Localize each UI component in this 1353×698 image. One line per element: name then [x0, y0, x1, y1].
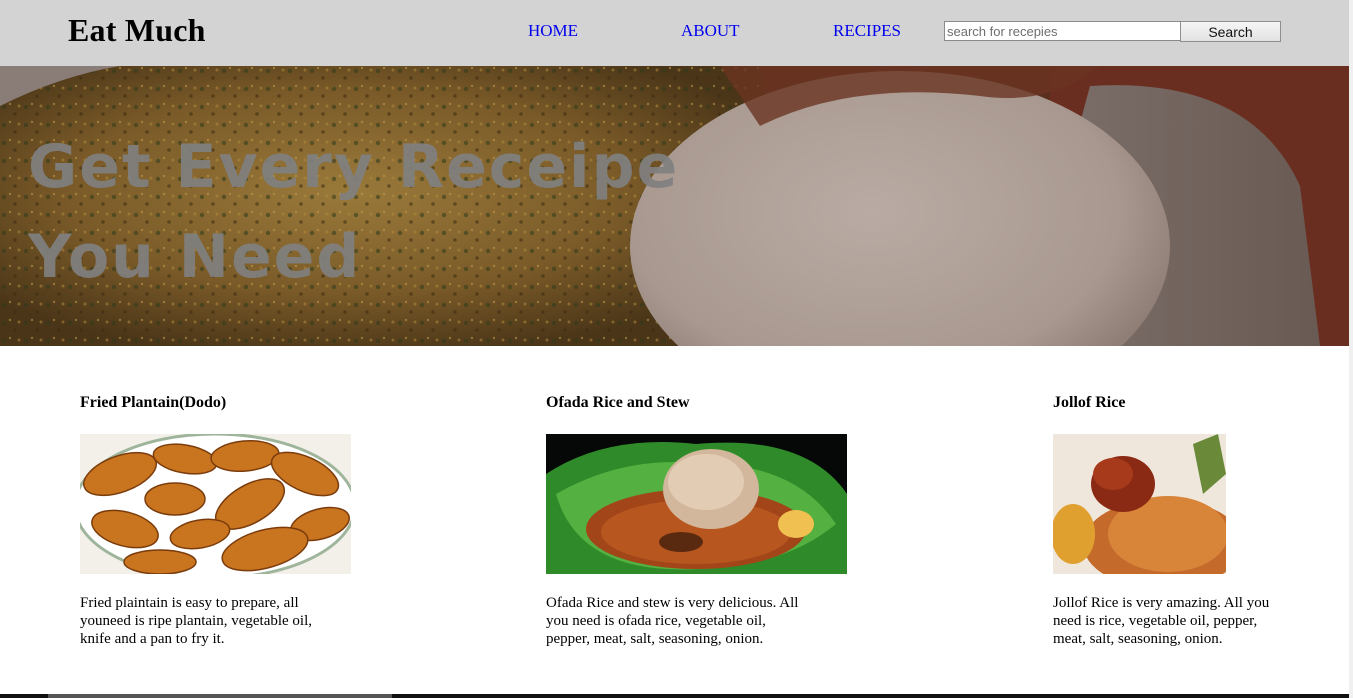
top-navbar: Eat Much HOME ABOUT RECIPES Search	[0, 0, 1349, 66]
hero-banner: Get Every Receipe You Need	[0, 66, 1349, 346]
recipe-image-jollof-rice[interactable]	[1053, 434, 1226, 574]
scrollbar[interactable]	[1349, 0, 1353, 698]
search-input[interactable]	[944, 21, 1182, 41]
hero-heading: Get Every Receipe You Need	[28, 132, 680, 292]
search-button[interactable]: Search	[1180, 21, 1281, 42]
recipe-image-fried-plantain[interactable]	[80, 434, 351, 574]
nav-link-about[interactable]: ABOUT	[681, 21, 740, 41]
recipe-title[interactable]: Fried Plantain(Dodo)	[80, 394, 360, 412]
recipe-card-fried-plantain[interactable]: Fried Plantain(Dodo) Fried plaintain is …	[80, 394, 360, 647]
brand-logo-text[interactable]: Eat Much	[68, 12, 206, 49]
nav-link-recipes[interactable]: RECIPES	[833, 21, 901, 41]
recipe-description: Ofada Rice and stew is very delicious. A…	[546, 595, 799, 647]
recipe-description: Jollof Rice is very amazing. All you nee…	[1053, 595, 1270, 647]
recipe-image-ofada-rice[interactable]	[546, 434, 847, 574]
bottom-strip	[0, 694, 1349, 698]
nav-link-home[interactable]: HOME	[528, 21, 578, 41]
recipe-card-jollof-rice[interactable]: Jollof Rice Jollof Rice is very amazing.…	[1053, 394, 1293, 647]
recipe-title[interactable]: Ofada Rice and Stew	[546, 394, 856, 412]
recipe-card-ofada-rice[interactable]: Ofada Rice and Stew Ofada Rice and stew …	[546, 394, 856, 647]
recipe-description: Fried plaintain is easy to prepare, all …	[80, 595, 313, 647]
recipe-title[interactable]: Jollof Rice	[1053, 394, 1293, 412]
